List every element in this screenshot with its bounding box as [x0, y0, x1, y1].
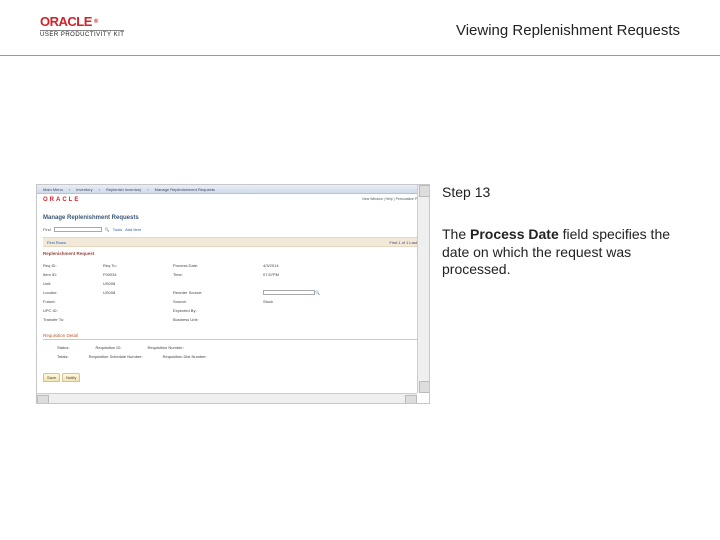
- locator-value: US008: [103, 290, 173, 295]
- req-id-label-2: Requisition ID:: [95, 345, 121, 350]
- process-date-value: 4/3/2014: [263, 263, 423, 268]
- req-id-label: Req ID:: [43, 263, 103, 268]
- reorder-source-input[interactable]: [263, 290, 315, 295]
- page-header: ORACLE ® USER PRODUCTIVITY KIT Viewing R…: [0, 0, 720, 56]
- locator-label: Locator:: [43, 290, 103, 295]
- breadcrumb-item[interactable]: Main Menu: [43, 185, 63, 193]
- upk-subtitle: USER PRODUCTIVITY KIT: [40, 30, 124, 38]
- status-label: Status:: [57, 345, 69, 350]
- desc-bold: Process Date: [470, 226, 559, 242]
- business-unit-label: Business Unit:: [173, 317, 263, 322]
- breadcrumb-item[interactable]: Manage Replenishment Requests: [155, 185, 215, 193]
- embedded-screenshot: Main Menu › Inventory › Replenish Invent…: [36, 184, 430, 404]
- fields-grid: Req ID: Req To: Process Date: 4/3/2014 I…: [43, 261, 423, 324]
- add-item-link[interactable]: Add Item: [125, 227, 141, 232]
- breadcrumb-sep: ›: [147, 185, 148, 193]
- req-number-label: Requisition Number:: [147, 345, 183, 350]
- action-buttons: Save Notify: [43, 373, 80, 382]
- time-label: Time:: [173, 272, 263, 277]
- process-date-label: Process Date:: [173, 263, 263, 268]
- page-meta-links[interactable]: New Window | Help | Personalize Page: [362, 197, 423, 201]
- breadcrumb-item[interactable]: Inventory: [76, 185, 92, 193]
- unit-value: US008: [103, 281, 173, 286]
- requisition-detail-header: Requisition Detail: [43, 333, 423, 340]
- item-id-value: F00034: [103, 272, 173, 277]
- desc-prefix: The: [442, 226, 470, 242]
- reorder-source-label: Reorder Source:: [173, 290, 263, 295]
- item-id-label: Item ID:: [43, 272, 103, 277]
- source-label: Source:: [173, 299, 263, 304]
- horizontal-scrollbar[interactable]: [37, 393, 417, 403]
- replenishment-subtitle: Replenishment Request: [43, 251, 94, 256]
- pager[interactable]: First 1 of 1 Last: [389, 238, 417, 248]
- section-title: Manage Replenishment Requests: [43, 215, 139, 221]
- oracle-logo-text: ORACLE: [40, 14, 92, 29]
- dist-number-label: Requisition Dist Number:: [163, 354, 207, 359]
- step-panel: Step 13 The Process Date field specifies…: [442, 184, 682, 279]
- breadcrumb-sep: ›: [69, 185, 70, 193]
- step-number: Step 13: [442, 184, 682, 200]
- req-to-label: Req To:: [103, 263, 173, 268]
- page-title: Viewing Replenishment Requests: [456, 22, 680, 39]
- tools-link[interactable]: Tools: [113, 227, 122, 232]
- app-brand: ORACLE: [43, 197, 80, 203]
- slide: ORACLE ® USER PRODUCTIVITY KIT Viewing R…: [0, 0, 720, 540]
- transfer-to-label: Transfer To:: [43, 317, 103, 322]
- source-value: Stock: [263, 299, 423, 304]
- search-icon[interactable]: 🔍: [105, 227, 110, 232]
- logo-block: ORACLE ® USER PRODUCTIVITY KIT: [40, 14, 124, 38]
- find-row: Find 🔍 Tools Add Item: [43, 227, 141, 232]
- unit-label: Unit:: [43, 281, 103, 286]
- breadcrumb: Main Menu › Inventory › Replenish Invent…: [37, 185, 429, 194]
- oracle-logo: ORACLE ®: [40, 14, 124, 29]
- requisition-detail-title: Requisition Detail: [43, 333, 78, 338]
- grid-toolbar: First Rows First 1 of 1 Last: [43, 237, 423, 247]
- breadcrumb-sep: ›: [99, 185, 100, 193]
- totals-label: Totals:: [57, 354, 69, 359]
- sched-number-label: Requisition Schedule Number:: [89, 354, 143, 359]
- notify-button[interactable]: Notify: [62, 373, 80, 382]
- find-label: Find: [43, 227, 51, 232]
- save-button[interactable]: Save: [43, 373, 60, 382]
- vertical-scrollbar[interactable]: [417, 185, 429, 393]
- requisition-detail-grid: Status: Requisition ID: Requisition Numb…: [57, 345, 207, 359]
- registered-mark: ®: [94, 19, 98, 25]
- breadcrumb-item[interactable]: Replenish Inventory: [106, 185, 141, 193]
- first-rows-link[interactable]: First Rows: [47, 240, 66, 245]
- expected-by-label: Expected By:: [173, 308, 263, 313]
- future-label: Future:: [43, 299, 103, 304]
- find-input[interactable]: [54, 227, 102, 232]
- lookup-icon[interactable]: 🔍: [315, 290, 320, 295]
- content-area: Main Menu › Inventory › Replenish Invent…: [0, 56, 720, 128]
- step-description: The Process Date field specifies the dat…: [442, 226, 682, 279]
- upc-id-label: UPC ID:: [43, 308, 103, 313]
- time-value: 07:57PM: [263, 272, 423, 277]
